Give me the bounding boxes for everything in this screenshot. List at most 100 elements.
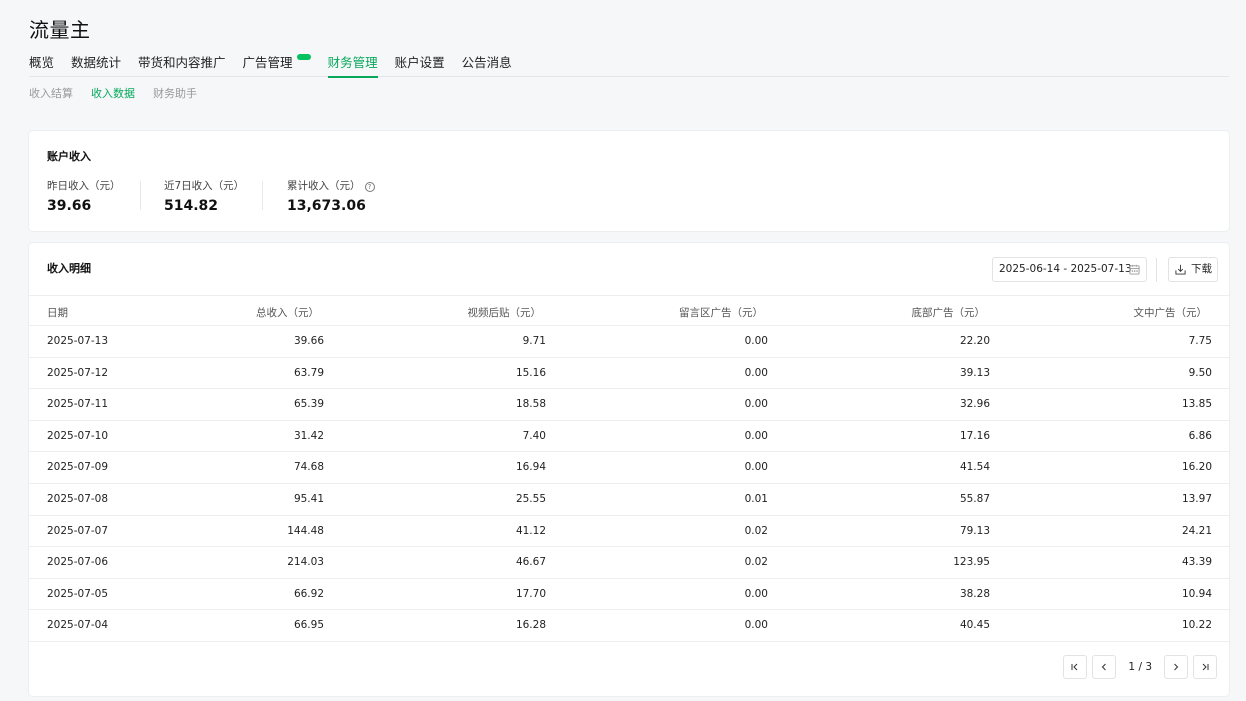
cell-video: 15.16	[515, 366, 546, 379]
cell-bottom-ad: 55.87	[959, 492, 990, 505]
main-tabs: 概览 数据统计 带货和内容推广 广告管理 财务管理 账户设置 公告消息	[29, 54, 1229, 78]
table-row: 2025-07-08 95.41 25.55 0.01 55.87 13.97	[29, 484, 1229, 516]
subtab-finance-assistant[interactable]: 财务助手	[153, 85, 197, 101]
cell-comment-ad: 0.00	[744, 587, 768, 600]
cell-video: 16.94	[515, 461, 546, 474]
cell-bottom-ad: 40.45	[959, 619, 990, 632]
chevron-left-icon	[1102, 663, 1107, 671]
cell-date: 2025-07-04	[47, 619, 109, 632]
sub-tabs: 收入结算 收入数据 财务助手	[29, 85, 215, 101]
account-income-card: 账户收入 昨日收入（元） 39.66 近7日收入（元） 514.82 累计收入（…	[29, 131, 1229, 231]
subtab-income-settlement[interactable]: 收入结算	[29, 85, 73, 101]
date-range-picker[interactable]: 2025-06-14 - 2025-07-13	[992, 257, 1147, 282]
cell-comment-ad: 0.00	[744, 335, 768, 347]
cell-video: 41.12	[515, 524, 546, 537]
table-body: 2025-07-13 39.66 9.71 0.00 22.20 7.75 2025-07-…	[29, 326, 1229, 642]
prev-page-button[interactable]	[1092, 655, 1117, 679]
cell-comment-ad: 0.00	[744, 461, 768, 474]
stat-yesterday: 昨日收入（元） 39.66	[47, 178, 121, 214]
cell-date: 2025-07-13	[47, 335, 109, 347]
cell-total: 31.42	[293, 429, 324, 442]
tab-overview[interactable]: 概览	[29, 54, 54, 77]
cell-bottom-ad: 32.96	[959, 398, 990, 411]
cell-comment-ad: 0.02	[744, 524, 768, 537]
tab-announcements[interactable]: 公告消息	[462, 54, 512, 77]
cell-inline-ad: 10.22	[1181, 619, 1212, 632]
cell-comment-ad: 0.00	[744, 398, 768, 411]
cell-inline-ad: 6.86	[1188, 429, 1212, 442]
page-indicator: 1 / 3	[1128, 661, 1152, 673]
tab-account-settings[interactable]: 账户设置	[395, 54, 445, 77]
tab-commerce-promotion[interactable]: 带货和内容推广	[138, 54, 226, 77]
cell-bottom-ad: 41.54	[959, 461, 990, 474]
cell-total: 144.48	[287, 524, 324, 537]
next-page-button[interactable]	[1164, 655, 1188, 679]
stat-label-row: 累计收入（元）?	[287, 178, 375, 193]
chevron-right-icon	[1174, 663, 1179, 671]
download-icon	[1175, 264, 1186, 275]
cell-inline-ad: 7.75	[1188, 335, 1212, 347]
last-page-button[interactable]	[1193, 655, 1217, 679]
toolbar-divider	[1156, 258, 1157, 282]
tab-label: 账户设置	[394, 55, 445, 70]
help-circle-icon[interactable]: ?	[364, 182, 375, 192]
stat-divider	[262, 181, 263, 210]
cell-video: 16.28	[515, 619, 546, 632]
table-header: 日期 总收入（元） 视频后贴（元） 留言区广告（元） 底部广告（元） 文中广告（…	[29, 295, 1229, 326]
cell-inline-ad: 10.94	[1181, 587, 1212, 600]
cell-comment-ad: 0.02	[744, 556, 768, 569]
cell-total: 74.68	[293, 461, 324, 474]
stat-divider	[140, 181, 141, 210]
cell-comment-ad: 0.01	[744, 492, 768, 505]
tab-statistics[interactable]: 数据统计	[71, 54, 121, 77]
cell-date: 2025-07-11	[47, 398, 109, 411]
cell-inline-ad: 43.39	[1181, 556, 1212, 569]
table-row: 2025-07-10 31.42 7.40 0.00 17.16 6.86	[29, 421, 1229, 453]
cell-total: 65.39	[293, 398, 324, 411]
cell-date: 2025-07-12	[47, 366, 109, 379]
cell-comment-ad: 0.00	[744, 619, 768, 632]
stat-value: 13,673.06	[287, 198, 366, 214]
table-row: 2025-07-04 66.95 16.28 0.00 40.45 10.22	[29, 610, 1229, 642]
income-detail-title: 收入明细	[47, 262, 91, 275]
table-row: 2025-07-09 74.68 16.94 0.00 41.54 16.20	[29, 452, 1229, 484]
table-row: 2025-07-12 63.79 15.16 0.00 39.13 9.50	[29, 358, 1229, 390]
stat-total: 累计收入（元）? 13,673.06	[287, 178, 375, 214]
col-header-comment-ad: 留言区广告（元）	[679, 307, 763, 319]
cell-bottom-ad: 39.13	[959, 366, 990, 379]
tab-label: 概览	[29, 55, 55, 70]
subtab-income-data[interactable]: 收入数据	[91, 85, 135, 101]
cell-video: 25.55	[515, 492, 546, 505]
download-button[interactable]: 下载	[1168, 257, 1218, 282]
cell-video: 7.40	[522, 429, 546, 442]
table-row: 2025-07-07 144.48 41.12 0.02 79.13 24.21	[29, 516, 1229, 548]
last-page-icon	[1202, 663, 1209, 671]
cell-total: 39.66	[293, 335, 324, 347]
cell-bottom-ad: 17.16	[959, 429, 990, 442]
account-income-title: 账户收入	[47, 150, 91, 163]
cell-inline-ad: 9.50	[1188, 366, 1212, 379]
app-title: 流量主	[29, 18, 91, 42]
calendar-icon	[1129, 264, 1140, 275]
cell-bottom-ad: 22.20	[959, 335, 990, 347]
cell-bottom-ad: 79.13	[959, 524, 990, 537]
cell-total: 95.41	[293, 492, 324, 505]
stat-label: 近7日收入（元）	[164, 180, 245, 192]
tab-label: 公告消息	[461, 55, 512, 70]
cell-video: 18.58	[515, 398, 546, 411]
tab-finance[interactable]: 财务管理	[327, 54, 378, 78]
tab-ad-management[interactable]: 广告管理	[243, 54, 311, 77]
income-table: 日期 总收入（元） 视频后贴（元） 留言区广告（元） 底部广告（元） 文中广告（…	[29, 295, 1229, 642]
first-page-button[interactable]	[1063, 655, 1088, 679]
table-row: 2025-07-11 65.39 18.58 0.00 32.96 13.85	[29, 389, 1229, 421]
cell-bottom-ad: 123.95	[953, 556, 990, 569]
cell-inline-ad: 24.21	[1181, 524, 1212, 537]
tab-label: 财务管理	[327, 55, 378, 70]
stat-last-7-days: 近7日收入（元） 514.82	[164, 178, 244, 214]
col-header-bottom-ad: 底部广告（元）	[911, 307, 986, 319]
cell-total: 66.92	[293, 587, 324, 600]
cell-comment-ad: 0.00	[744, 366, 768, 379]
cell-inline-ad: 13.97	[1181, 492, 1212, 505]
cell-inline-ad: 13.85	[1181, 398, 1212, 411]
download-label: 下载	[1191, 263, 1212, 275]
